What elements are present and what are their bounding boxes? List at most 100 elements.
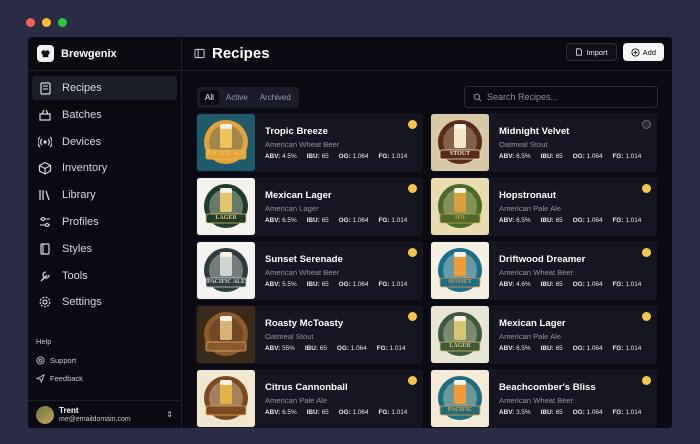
abv-value: 6.5% <box>282 408 297 416</box>
recipe-label-image: PACIFIC <box>431 370 489 427</box>
support-icon <box>36 356 45 365</box>
ibu-value: 65 <box>319 344 327 352</box>
label-text: SUNSET <box>448 279 472 285</box>
minimize-window-dot[interactable] <box>42 18 51 27</box>
sidebar-item-tools[interactable]: Tools <box>32 264 177 288</box>
recipe-card[interactable]: LAGER Mexican Lager American Pale Ale ABV: … <box>430 305 657 364</box>
window-controls <box>26 18 67 27</box>
recipe-card[interactable]: PACIFIC ALE Sunset Serenade American Wheat… <box>196 241 423 300</box>
status-dot <box>642 184 651 193</box>
close-window-dot[interactable] <box>26 18 35 27</box>
abv-value: 4.6% <box>516 280 531 288</box>
recipe-style: Oatmeal Stout <box>265 331 314 341</box>
label-text: PACIFIC <box>447 407 473 413</box>
fg-value: 1.014 <box>625 344 642 352</box>
ibu-value: 65 <box>555 152 563 160</box>
label-text: PACIFIC ALE <box>206 279 246 285</box>
label-text: LAGER <box>449 343 471 349</box>
status-dot <box>642 120 651 129</box>
og-value: 1.064 <box>352 152 369 160</box>
status-dot <box>642 376 651 385</box>
recipe-card[interactable]: STOUT Midnight Velvet Oatmeal Stout ABV: 6.… <box>430 113 657 172</box>
og-value: 1.064 <box>586 152 603 160</box>
sidebar-item-library[interactable]: Library <box>32 183 177 207</box>
recipe-info: Citrus Cannonball American Pale Ale ABV: 6… <box>265 382 417 416</box>
ibu-value: 65 <box>555 344 563 352</box>
sidebar-item-styles[interactable]: Styles <box>32 237 177 261</box>
tab-all[interactable]: All <box>200 90 219 105</box>
fg-value: 1.014 <box>391 216 408 224</box>
user-email: me@emaildomain.com <box>59 415 131 423</box>
fg-value: 1.014 <box>625 152 642 160</box>
recipe-stats: ABV: 3.5% IBU: 65 OG: 1.064 FG: 1.014 <box>499 408 642 416</box>
help-item-support[interactable]: Support <box>36 356 83 365</box>
tab-active[interactable]: Active <box>221 90 253 105</box>
user-menu[interactable]: Trent me@emaildomain.com ⇕ <box>28 400 181 428</box>
add-button[interactable]: Add <box>622 43 664 61</box>
ibu-value: 65 <box>555 408 563 416</box>
help-section: Help Support Feedback <box>36 337 83 392</box>
recipe-style: American Wheat Beer <box>499 395 574 405</box>
chevron-up-down-icon: ⇕ <box>166 410 173 419</box>
search-box[interactable] <box>464 86 658 108</box>
status-dot <box>408 120 417 129</box>
sidebar-toggle-icon[interactable] <box>194 48 205 59</box>
sidebar-item-batches[interactable]: Batches <box>32 103 177 127</box>
sidebar-nav: Recipes Batches Devices Inventory Library Pro… <box>28 71 181 322</box>
inventory-icon <box>38 162 52 176</box>
recipe-stats: ABV: 6.5% IBU: 65 OG: 1.064 FG: 1.014 <box>265 216 408 224</box>
help-item-feedback[interactable]: Feedback <box>36 374 83 383</box>
sidebar-item-label: Settings <box>62 296 102 309</box>
app-window: Brewgenix Recipes Batches Devices Inventory… <box>28 37 672 428</box>
recipe-style: American Wheat Beer <box>265 139 340 149</box>
sidebar: Brewgenix Recipes Batches Devices Inventory… <box>28 37 182 428</box>
sidebar-item-devices[interactable]: Devices <box>32 130 177 154</box>
recipe-label-image: IPA <box>431 178 489 235</box>
recipe-label-image: LAGER <box>431 306 489 363</box>
recipe-card[interactable]: IPA Hopstronaut American Pale Ale ABV: 6.5%… <box>430 177 657 236</box>
sidebar-item-profiles[interactable]: Profiles <box>32 210 177 234</box>
status-dot <box>408 376 417 385</box>
recipe-card[interactable]: SUNSET Driftwood Dreamer American Wheat Be… <box>430 241 657 300</box>
recipe-card[interactable]: Roasty McToasty Oatmeal Stout ABV: 55% IBU:… <box>196 305 423 364</box>
header-actions: Import Add <box>566 43 664 61</box>
user-text: Trent me@emaildomain.com <box>59 406 131 424</box>
recipe-stats: ABV: 6.5% IBU: 65 OG: 1.064 FG: 1.014 <box>499 152 642 160</box>
recipe-style: American Lager <box>265 203 319 213</box>
sidebar-item-recipes[interactable]: Recipes <box>32 76 177 100</box>
recipe-info: Roasty McToasty Oatmeal Stout ABV: 55% IBU:… <box>265 318 416 352</box>
import-button[interactable]: Import <box>566 43 617 61</box>
recipe-info: Mexican Lager American Lager ABV: 6.5% IBU:… <box>265 190 417 224</box>
search-input[interactable] <box>487 92 647 102</box>
plus-circle-icon <box>631 47 640 57</box>
ibu-value: 65 <box>321 152 329 160</box>
sidebar-item-label: Profiles <box>62 215 99 228</box>
styles-icon <box>40 243 50 255</box>
sidebar-item-inventory[interactable]: Inventory <box>32 156 177 180</box>
recipe-style: American Pale Ale <box>499 203 562 213</box>
sidebar-item-settings[interactable]: Settings <box>32 290 177 314</box>
recipe-card[interactable]: LAGER Mexican Lager American Lager ABV: 6.5… <box>196 177 423 236</box>
recipe-name: Tropic Breeze <box>265 125 328 137</box>
recipe-stats: ABV: 4.5% IBU: 65 OG: 1.064 FG: 1.014 <box>265 152 408 160</box>
help-item-label: Support <box>50 356 77 365</box>
recipe-name: Hopstronaut <box>499 189 557 201</box>
recipe-stats: ABV: 4.6% IBU: 65 OG: 1.064 FG: 1.014 <box>499 280 642 288</box>
library-icon <box>39 190 50 201</box>
recipe-card[interactable]: PACIFIC Beachcomber's Bliss American Wheat… <box>430 369 657 428</box>
abv-value: 6.5% <box>516 216 531 224</box>
recipe-card[interactable]: PACIFIC ALE Tropic Breeze American Wheat B… <box>196 113 423 172</box>
maximize-window-dot[interactable] <box>58 18 67 27</box>
og-value: 1.064 <box>352 280 369 288</box>
recipe-info: Mexican Lager American Pale Ale ABV: 6.5% I… <box>499 318 651 352</box>
batches-icon <box>39 109 51 121</box>
recipe-label-image: LAGER <box>197 178 255 235</box>
profiles-icon <box>40 216 50 228</box>
gear-icon <box>39 296 51 308</box>
recipe-info: Midnight Velvet Oatmeal Stout ABV: 6.5% IBU… <box>499 126 651 160</box>
recipe-label-image: PACIFIC ALE <box>197 242 255 299</box>
avatar <box>36 405 54 424</box>
recipe-card[interactable]: Citrus Cannonball American Pale Ale ABV: 6… <box>196 369 423 428</box>
tab-archived[interactable]: Archived <box>255 90 296 105</box>
app-name: Brewgenix <box>61 47 117 60</box>
